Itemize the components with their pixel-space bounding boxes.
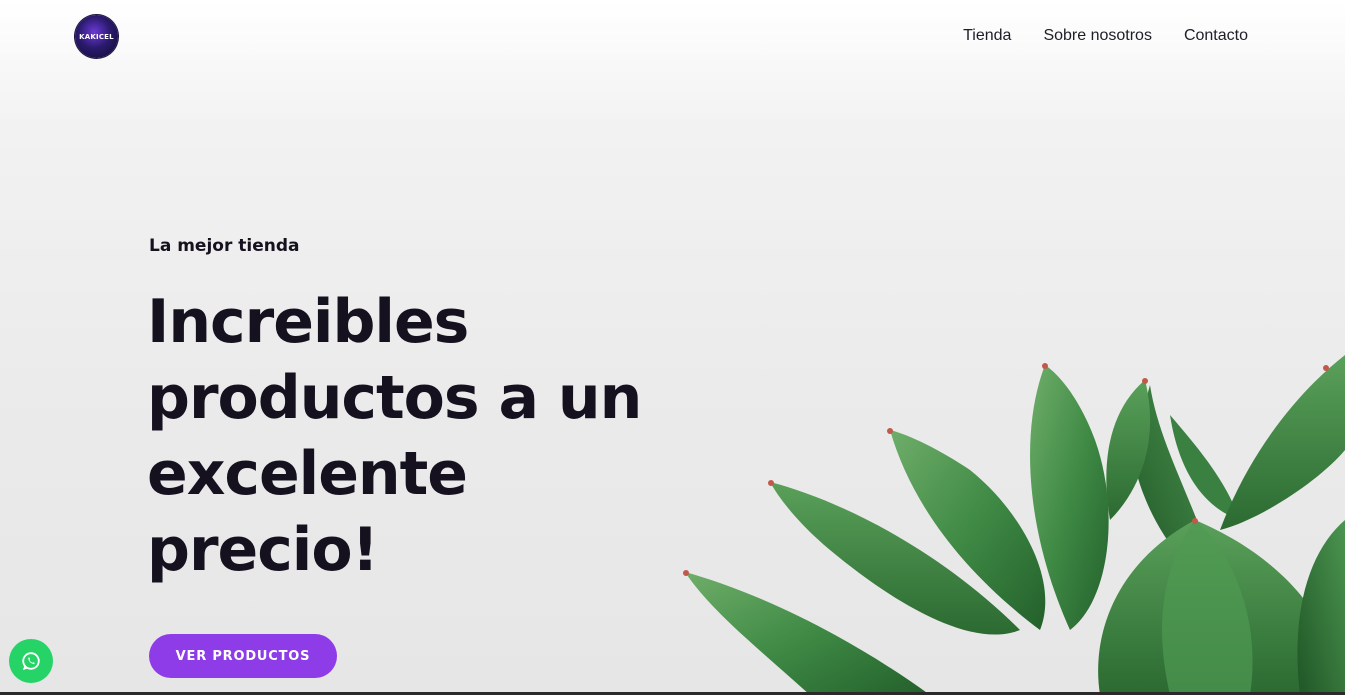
nav-link-sobre-nosotros[interactable]: Sobre nosotros xyxy=(1043,27,1152,45)
site-logo[interactable]: KAKICEL xyxy=(75,15,118,58)
hero-eyebrow: La mejor tienda xyxy=(149,236,300,256)
whatsapp-button[interactable] xyxy=(9,639,53,683)
nav-link-contacto[interactable]: Contacto xyxy=(1184,27,1248,45)
main-nav: Tienda Sobre nosotros Contacto xyxy=(963,27,1248,45)
nav-link-tienda[interactable]: Tienda xyxy=(963,27,1011,45)
hero-section: KAKICEL Tienda Sobre nosotros Contacto L… xyxy=(0,0,1345,695)
succulent-image xyxy=(683,355,1345,695)
logo-text: KAKICEL xyxy=(79,32,114,41)
hero-headline: Increibles productos a un excelente prec… xyxy=(147,287,642,585)
ver-productos-button[interactable]: VER PRODUCTOS xyxy=(149,634,337,678)
whatsapp-icon xyxy=(22,652,40,670)
